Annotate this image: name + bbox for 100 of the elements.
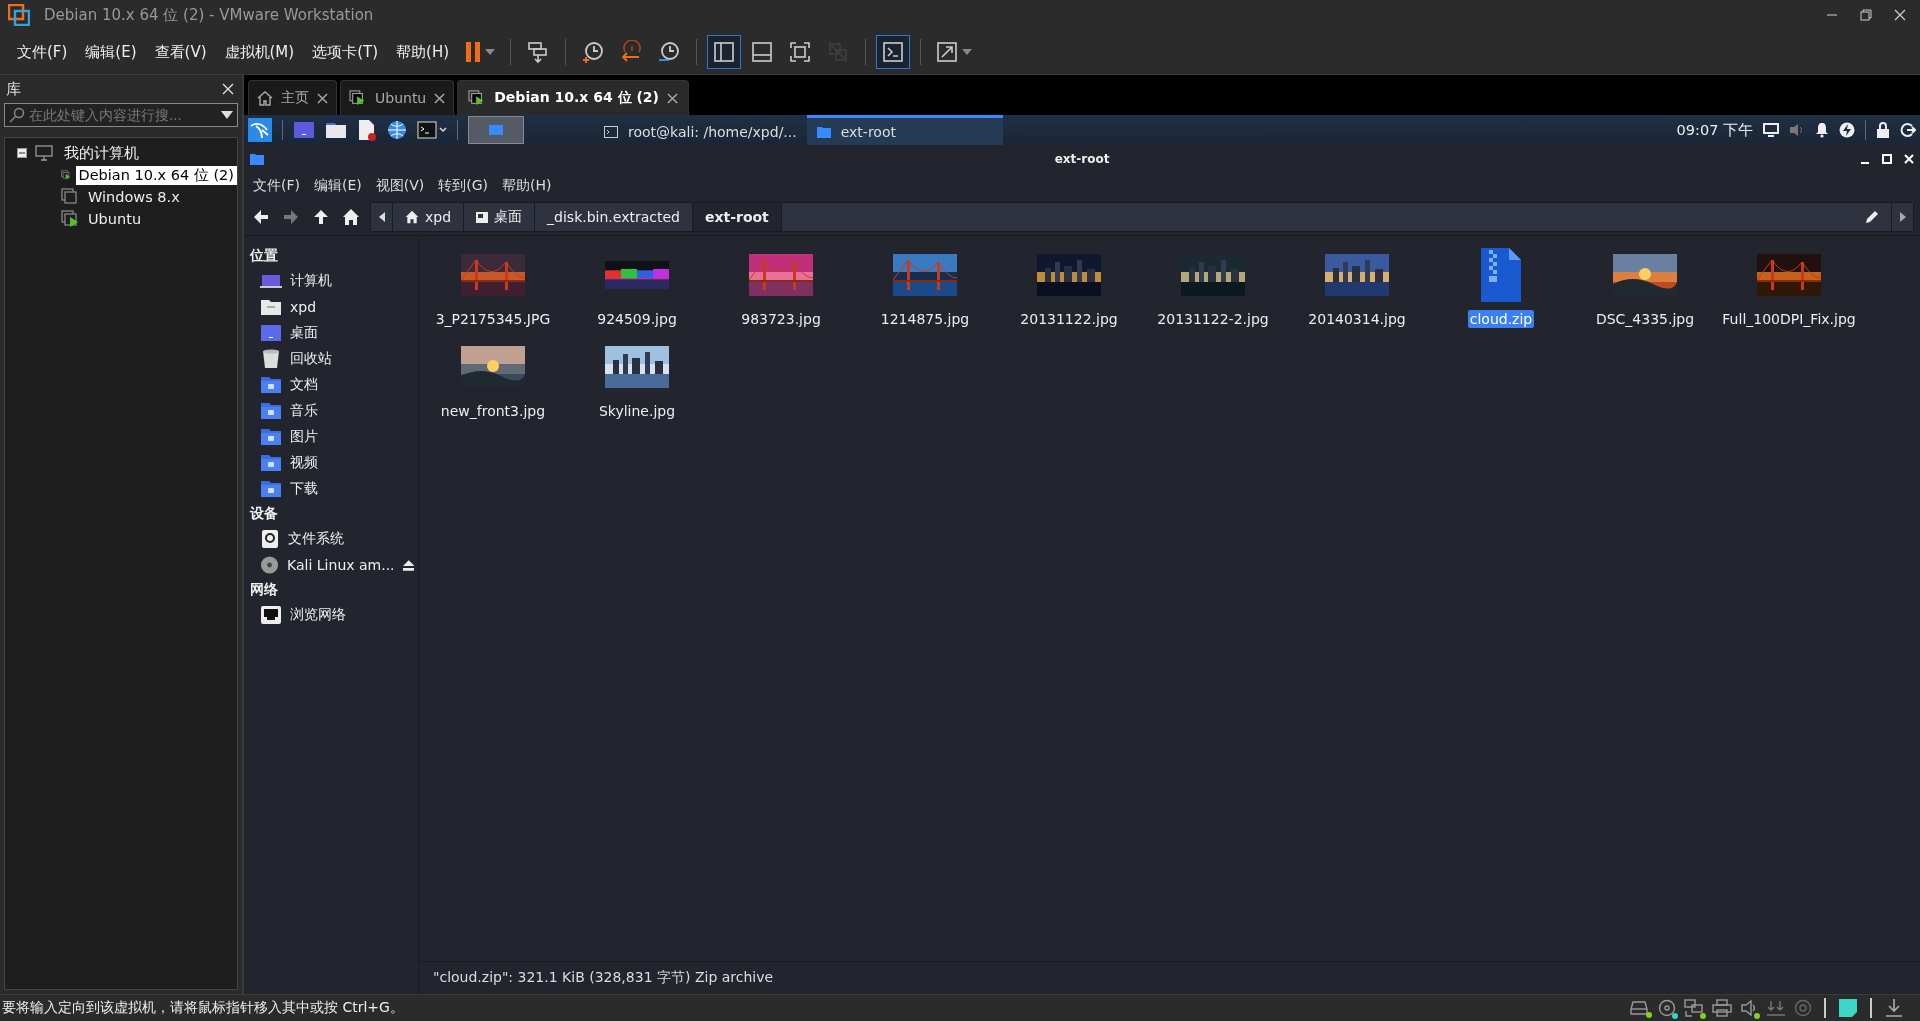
folder-icon[interactable] [325, 121, 347, 139]
status-message: 要将输入定向到该虚拟机，请将鼠标指针移入其中或按 Ctrl+G。 [1, 999, 404, 1017]
globe-icon[interactable] [387, 120, 407, 140]
folder-icon [260, 480, 282, 498]
sidebar-item[interactable]: 音乐 [290, 402, 318, 420]
menu-item[interactable]: 编辑(E) [76, 42, 146, 62]
restore-icon[interactable] [1860, 9, 1872, 21]
lock-icon[interactable] [1876, 122, 1890, 138]
tree-item[interactable]: 我的计算机 [61, 143, 142, 163]
sidebar-item[interactable]: 下载 [290, 480, 318, 498]
network-icon[interactable] [1684, 999, 1704, 1017]
close-icon[interactable] [434, 92, 446, 104]
file-name[interactable]: 20131122-2.jpg [1155, 310, 1271, 328]
scroll-left-button[interactable] [371, 203, 393, 231]
expand-icon [936, 41, 958, 63]
sidebar-item[interactable]: 文档 [290, 376, 318, 394]
clock-plus-icon [581, 40, 605, 64]
desktop-icon[interactable] [293, 121, 315, 139]
menu-item[interactable]: 视图(V) [368, 177, 432, 195]
eject-icon[interactable] [402, 559, 414, 571]
tab[interactable]: Debian 10.x 64 位 (2) [457, 80, 689, 115]
menu-item[interactable]: 转到(G) [431, 177, 496, 195]
folder-icon [816, 125, 831, 138]
printer-icon[interactable] [1712, 999, 1732, 1017]
file-name[interactable]: 983723.jpg [739, 310, 823, 328]
taskbar-item[interactable]: root@kali: /home/xpd/... [594, 115, 807, 145]
toolbar-button[interactable] [876, 35, 910, 69]
file-name[interactable]: 20140314.jpg [1306, 310, 1408, 328]
sidebar-item[interactable]: 浏览网络 [290, 606, 346, 624]
close-icon[interactable] [317, 92, 328, 104]
logout-icon[interactable] [1900, 122, 1916, 138]
tree-item[interactable]: Debian 10.x 64 位 (2) [75, 165, 237, 185]
close-icon[interactable] [666, 92, 678, 104]
file-name[interactable]: 3_P2175345.JPG [433, 310, 553, 328]
file-name[interactable]: Skyline.jpg [596, 402, 678, 420]
tray-arrows-icon[interactable] [1766, 999, 1786, 1017]
path-button[interactable]: ext-root [692, 203, 782, 231]
menu-item[interactable]: 文件(F) [8, 42, 77, 62]
caret-icon [485, 49, 495, 55]
tab[interactable]: Ubuntu [340, 80, 455, 115]
taskbar-item[interactable]: ext-root [806, 115, 1003, 145]
bottom-panel-icon [751, 41, 773, 63]
pencil-icon[interactable] [1865, 210, 1879, 224]
menu-item[interactable]: 文件(F) [246, 177, 307, 195]
scroll-right-button[interactable] [1891, 203, 1913, 231]
sidebar-item[interactable]: 图片 [290, 428, 318, 446]
sidebar-item[interactable]: 视频 [290, 454, 318, 472]
keyboard-arrow-icon [526, 40, 550, 64]
file-name[interactable]: new_front3.jpg [438, 402, 548, 420]
clock[interactable]: 09:07 下午 [1676, 120, 1753, 140]
trash-icon [260, 349, 282, 369]
file-name[interactable]: 924509.jpg [595, 310, 679, 328]
sidebar-item[interactable]: 桌面 [290, 324, 318, 342]
speaker-icon[interactable] [1789, 123, 1805, 137]
maximize-icon[interactable] [1882, 154, 1892, 164]
close-icon[interactable] [1894, 9, 1906, 21]
menu-item[interactable]: 虚拟机(M) [215, 42, 304, 62]
toolbar-button[interactable] [707, 35, 741, 69]
file-name[interactable]: 1214875.jpg [878, 310, 972, 328]
sidebar-item[interactable]: 计算机 [290, 272, 332, 290]
search-icon [9, 107, 25, 123]
sidebar-item[interactable]: 回收站 [290, 350, 332, 368]
caret-icon [962, 49, 972, 55]
search-field[interactable]: 在此处键入内容进行搜... [4, 103, 238, 127]
file-name[interactable]: DSC_4335.jpg [1593, 310, 1697, 328]
download-icon[interactable] [1884, 998, 1904, 1018]
dragon-logo-icon[interactable] [248, 118, 272, 142]
menu-item[interactable]: 编辑(E) [307, 177, 369, 195]
lightning-icon[interactable] [1839, 122, 1855, 138]
webcam-icon[interactable] [1794, 999, 1812, 1017]
dropdown-caret-icon[interactable] [221, 111, 233, 119]
tree-item[interactable]: Ubuntu [85, 211, 145, 227]
sidebar-item[interactable]: 文件系统 [288, 530, 344, 548]
speaker-icon[interactable] [1740, 999, 1758, 1017]
file-name[interactable]: Full_100DPI_Fix.jpg [1720, 310, 1858, 328]
section-heading: 位置 [250, 246, 279, 265]
window-title: Debian 10.x 64 位 (2) - VMware Workstation [44, 5, 374, 25]
monitor-icon[interactable] [1763, 123, 1779, 137]
running-vm-icon [349, 90, 367, 106]
tree-item[interactable]: Windows 8.x [85, 189, 183, 205]
note-icon[interactable] [1838, 998, 1858, 1018]
sidebar-item[interactable]: xpd [290, 299, 317, 315]
folder-icon [250, 153, 264, 165]
sidebar-item[interactable]: Kali Linux am... [287, 557, 395, 573]
menu-item[interactable]: 选项卡(T) [303, 42, 388, 62]
disc-icon[interactable] [1658, 999, 1676, 1017]
file-name[interactable]: 20131122.jpg [1018, 310, 1120, 328]
bell-icon[interactable] [1815, 122, 1829, 138]
menu-item[interactable]: 查看(V) [145, 42, 216, 62]
folder-icon [260, 428, 282, 446]
terminal-icon[interactable] [417, 121, 447, 139]
tab[interactable]: 主页 [248, 80, 337, 115]
collapse-toggle[interactable] [17, 148, 27, 158]
menu-item[interactable]: 帮助(H) [387, 42, 458, 62]
terminal-icon [604, 125, 618, 138]
drive-icon [260, 529, 280, 549]
menu-item[interactable]: 帮助(H) [495, 177, 559, 195]
document-icon[interactable] [357, 119, 377, 141]
monitor-icon [35, 145, 53, 161]
file-name[interactable]: cloud.zip [1467, 310, 1535, 328]
